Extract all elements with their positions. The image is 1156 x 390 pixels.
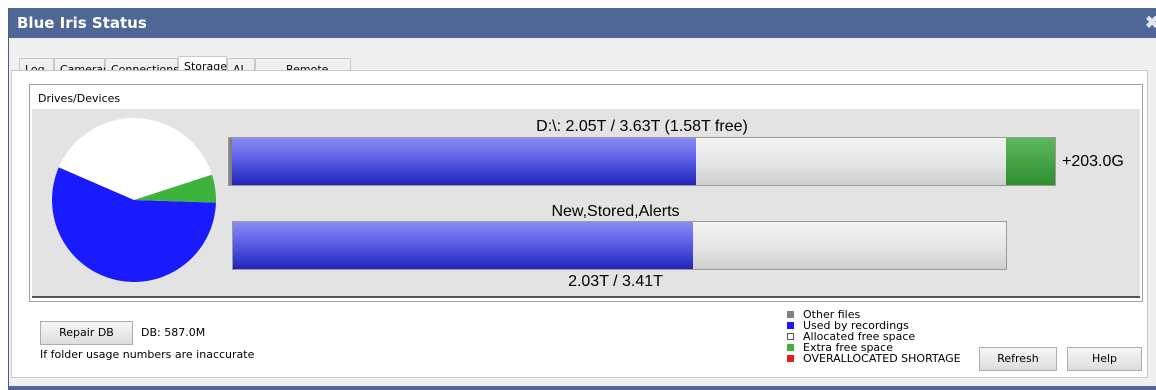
legend-swatch-other: [787, 311, 794, 318]
folder-value-label: 2.03T / 3.41T: [568, 273, 663, 290]
repair-db-button[interactable]: Repair DB: [40, 321, 133, 345]
folder-usage-bar: [232, 221, 1007, 270]
legend-swatch-free: [787, 333, 794, 340]
legend-swatch-extra: [787, 344, 794, 351]
window-bottom-border: [9, 386, 1156, 390]
legend-label: OVERALLOCATED SHORTAGE: [803, 352, 961, 365]
window-title: Blue Iris Status: [17, 14, 147, 32]
legend-swatch-shortage: [787, 355, 794, 362]
drive-extra-label: +203.0G: [1062, 153, 1124, 170]
db-size-text: DB: 587.0M: [141, 326, 206, 339]
close-icon[interactable]: ✖: [1145, 13, 1156, 33]
help-button[interactable]: Help: [1067, 347, 1142, 371]
storage-pie-chart: [52, 118, 216, 282]
drives-devices-group: Drives/Devices D:\: 2.05T / 3.63T (1.58T…: [29, 84, 1143, 302]
drive-usage-bar: [228, 137, 1056, 186]
drive-used-fill: [229, 138, 696, 185]
drive-bar-label: D:\: 2.05T / 3.63T (1.58T free): [536, 118, 748, 135]
title-bar[interactable]: Blue Iris Status ✖: [9, 8, 1156, 38]
legend-swatch-used: [787, 322, 794, 329]
group-label: Drives/Devices: [38, 92, 121, 105]
drive-other-fill: [229, 138, 232, 185]
storage-graph: D:\: 2.05T / 3.63T (1.58T free) +203.0G …: [32, 109, 1140, 298]
folder-bar-label: New,Stored,Alerts: [551, 203, 680, 220]
legend-item: OVERALLOCATED SHORTAGE: [787, 352, 987, 365]
drive-extra-fill: [1006, 138, 1055, 185]
repair-hint-text: If folder usage numbers are inaccurate: [40, 348, 255, 361]
refresh-button[interactable]: Refresh: [979, 347, 1057, 371]
folder-used-fill: [233, 222, 693, 269]
